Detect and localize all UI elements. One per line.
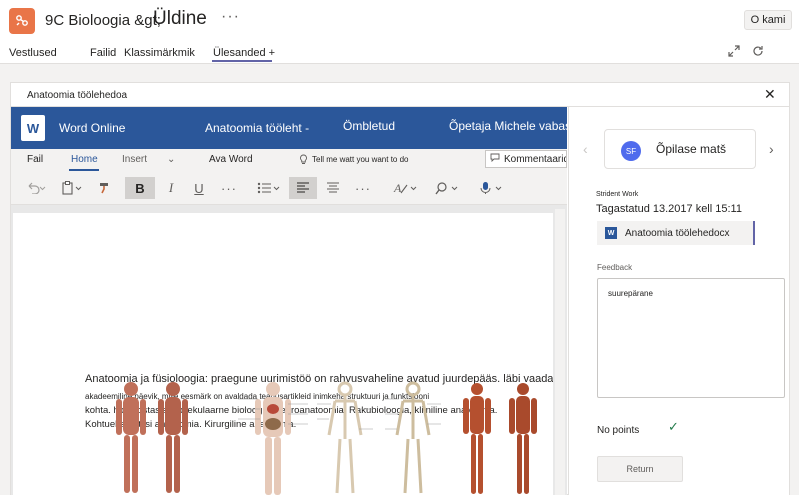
- align-left-icon[interactable]: [289, 177, 317, 199]
- find-icon[interactable]: [433, 177, 463, 199]
- active-tab-indicator: [212, 60, 272, 62]
- expand-icon[interactable]: [727, 44, 741, 58]
- avatar: SF: [621, 141, 641, 161]
- teams-header: 9C Bioloogia &gt; Üldine ··· O kami Vest…: [0, 0, 799, 64]
- attached-file-name: Anatoomia töölehedocx: [625, 228, 730, 239]
- return-button[interactable]: Return: [597, 456, 683, 482]
- ribbon-tabs: Fail Home Insert ⌄ Ava Word Tell me watt…: [11, 149, 567, 171]
- comment-icon: [490, 153, 500, 165]
- more-paragraph-options-icon[interactable]: ···: [351, 177, 375, 199]
- anatomy-figure: [385, 381, 441, 494]
- formatting-toolbar: B I U ··· ··· A: [11, 171, 567, 205]
- more-options-icon[interactable]: ···: [221, 8, 240, 26]
- tab-class-notebook[interactable]: Klassimärkmik: [124, 47, 195, 59]
- chevron-down-icon[interactable]: ⌄: [167, 154, 175, 165]
- anatomy-figure: [463, 383, 537, 494]
- attached-file[interactable]: W Anatoomia töölehedocx: [597, 221, 755, 245]
- student-work-label: Strident Work: [596, 191, 639, 198]
- ribbon-tab-insert[interactable]: Insert: [122, 154, 147, 165]
- anatomy-figure: [238, 382, 308, 495]
- document-canvas: Anatoomia ja füsioloogia: praegune uurim…: [11, 205, 567, 495]
- dictate-icon[interactable]: [477, 177, 507, 199]
- app-name[interactable]: Word Online: [59, 121, 125, 135]
- svg-text:A: A: [393, 181, 402, 195]
- team-logo-icon[interactable]: [9, 8, 35, 34]
- ribbon-tab-home[interactable]: Home: [71, 154, 98, 165]
- meet-button[interactable]: O kami: [744, 10, 792, 30]
- comments-button[interactable]: Kommentaarid: [485, 150, 567, 168]
- panel-title-bar: Anatoomia töölehedoa ✕: [11, 83, 789, 107]
- tell-me-search[interactable]: Tell me watt you want to do: [312, 155, 409, 164]
- save-status: Ömbletud: [343, 119, 396, 133]
- checkmark-icon: ✓: [668, 419, 679, 434]
- ribbon-tab-file[interactable]: Fail: [27, 154, 43, 165]
- italic-button[interactable]: I: [161, 177, 181, 199]
- feedback-textarea[interactable]: suurepärane: [597, 278, 785, 398]
- student-selector[interactable]: SF Õpilase matš: [604, 129, 756, 169]
- turned-in-timestamp: Tagastatud 13.2017 kell 15:11: [596, 203, 742, 215]
- points-label[interactable]: No points: [597, 425, 639, 436]
- document-scrollbar[interactable]: [555, 209, 565, 495]
- document-page[interactable]: Anatoomia ja füsioloogia: praegune uurim…: [13, 213, 553, 495]
- channel-name: Üldine: [153, 8, 207, 29]
- bullet-list-icon[interactable]: [255, 177, 283, 199]
- document-title[interactable]: Anatoomia tööleht -: [205, 121, 309, 135]
- grading-sidebar: ‹ SF Õpilase matš › Strident Work Tagast…: [568, 107, 789, 495]
- anatomy-figure: [317, 381, 373, 494]
- undo-icon[interactable]: [23, 177, 49, 199]
- format-painter-icon[interactable]: [95, 177, 115, 199]
- more-font-options-icon[interactable]: ···: [217, 177, 241, 199]
- paste-icon[interactable]: [59, 177, 85, 199]
- team-name[interactable]: 9C Bioloogia &gt;: [45, 12, 161, 29]
- word-online-bar: W Word Online Anatoomia tööleht - Ömblet…: [11, 107, 581, 149]
- word-file-icon: W: [605, 227, 617, 239]
- comments-label: Kommentaarid: [504, 153, 567, 165]
- anatomy-figure: [116, 382, 188, 493]
- feedback-text: suurepärane: [608, 289, 653, 298]
- bold-button[interactable]: B: [125, 177, 155, 199]
- document-author: Õpetaja Michele vabasta: [449, 119, 582, 133]
- next-student-icon[interactable]: ›: [769, 141, 774, 157]
- word-logo-icon: W: [21, 115, 45, 141]
- underline-button[interactable]: U: [189, 177, 209, 199]
- assignment-review-panel: Anatoomia töölehedoa ✕ W Word Online Ana…: [10, 82, 790, 495]
- previous-student-icon[interactable]: ‹: [583, 141, 588, 157]
- open-in-word-button[interactable]: Ava Word: [209, 154, 253, 165]
- styles-icon[interactable]: A: [391, 177, 421, 199]
- student-name: Õpilase matš: [656, 142, 727, 156]
- refresh-icon[interactable]: [751, 44, 765, 58]
- tab-conversations[interactable]: Vestlused: [9, 47, 57, 59]
- lightbulb-icon: [299, 154, 308, 168]
- close-icon[interactable]: ✕: [764, 86, 776, 103]
- tab-files[interactable]: Failid: [90, 47, 116, 59]
- tab-assignments[interactable]: Ülesanded +: [213, 47, 275, 59]
- panel-title: Anatoomia töölehedoa: [27, 90, 128, 101]
- align-center-icon[interactable]: [323, 177, 343, 199]
- feedback-label: Feedback: [597, 263, 633, 272]
